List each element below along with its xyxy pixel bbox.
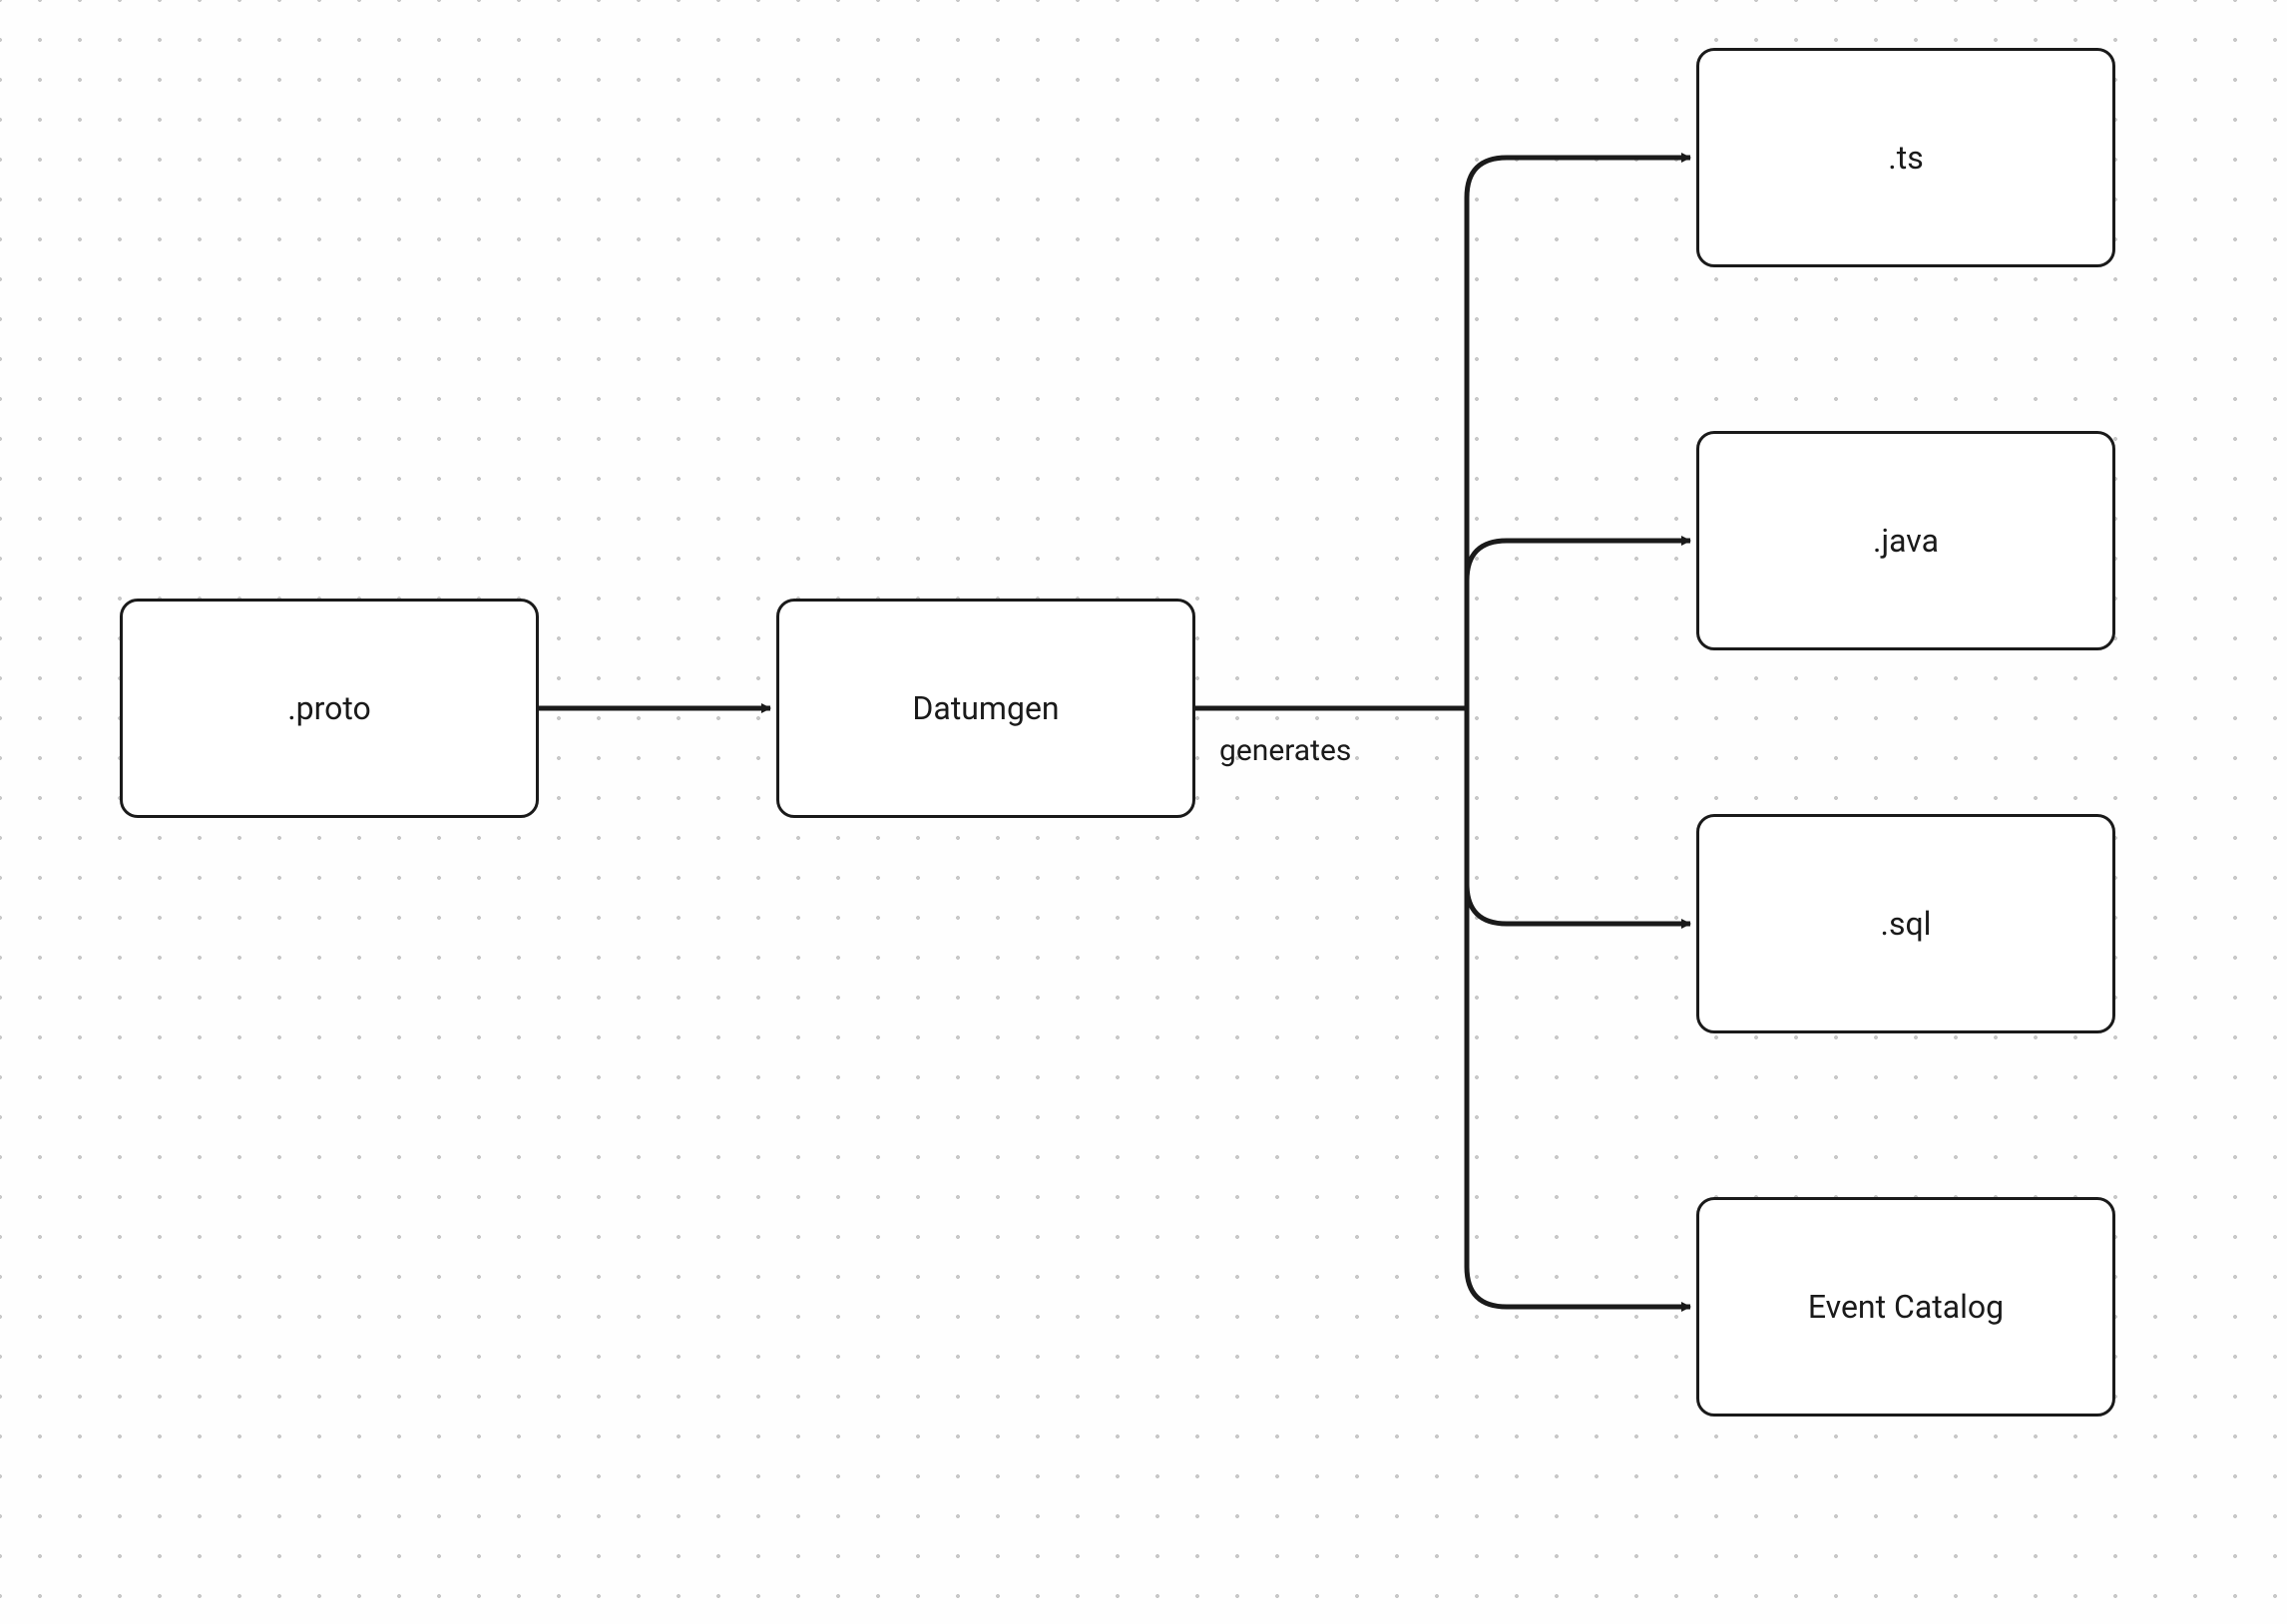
node-java[interactable]: .java [1696, 431, 2115, 650]
node-java-label: .java [1873, 522, 1939, 560]
node-ts[interactable]: .ts [1696, 48, 2115, 267]
node-proto-label: .proto [287, 689, 371, 727]
node-sql[interactable]: .sql [1696, 814, 2115, 1033]
node-eventcatalog-label: Event Catalog [1808, 1288, 2004, 1326]
node-proto[interactable]: .proto [120, 599, 539, 818]
node-datumgen-label: Datumgen [912, 689, 1059, 727]
node-ts-label: .ts [1888, 139, 1923, 177]
node-eventcatalog[interactable]: Event Catalog [1696, 1197, 2115, 1417]
edge-generates-label: generates [1219, 733, 1351, 768]
node-datumgen[interactable]: Datumgen [776, 599, 1195, 818]
node-sql-label: .sql [1881, 905, 1932, 943]
